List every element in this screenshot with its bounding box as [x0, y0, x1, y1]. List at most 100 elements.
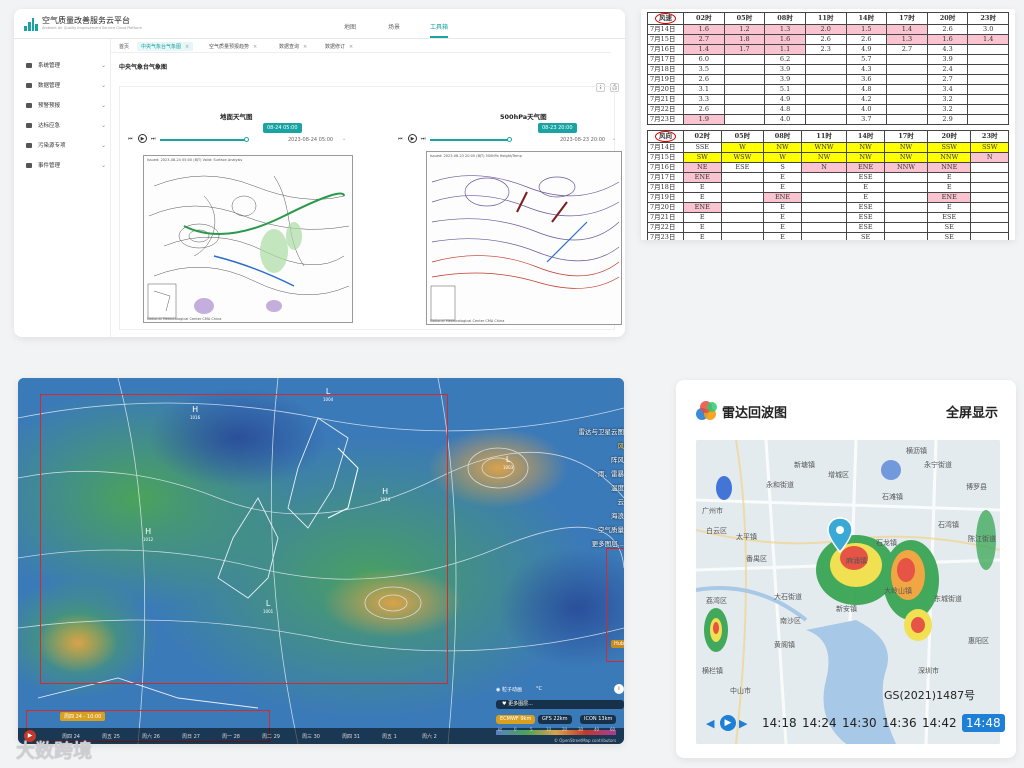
tab-cma-weather-map[interactable]: 中央气象台气象图 ×	[137, 42, 194, 51]
sidebar: 系统管理 ⌄ 数据管理 ⌄ 预警预报 ⌄ 达标应急 ⌄ 污染源专项 ⌄ 事件管理 ⌄	[14, 39, 111, 337]
timeline-day[interactable]: 周六 26	[142, 733, 160, 740]
play-icon[interactable]: ▶	[138, 134, 147, 143]
tab-data-revision[interactable]: 数据修订 ×	[321, 42, 357, 51]
sidebar-item-pollution[interactable]: 污染源专项 ⌄	[26, 141, 106, 149]
unit-toggle[interactable]: °C	[536, 686, 542, 692]
table-header-cell: 风速	[647, 12, 684, 25]
table-cell	[886, 114, 928, 125]
sidebar-item-data[interactable]: 数据管理 ⌄	[26, 81, 106, 89]
layer-picker[interactable]: ♥ 更多图层...	[496, 700, 624, 709]
sidebar-item-events[interactable]: 事件管理 ⌄	[26, 161, 106, 169]
play-icon[interactable]: ▶	[408, 134, 417, 143]
table-cell: E	[846, 192, 885, 203]
forecast-timeline[interactable]: ▶ 周四 24 - 10:00 周四 24 周五 25 周六 26 周日 27 周一 2…	[18, 712, 624, 744]
table-cell: 4.9	[845, 44, 888, 55]
500hpa-timestamp: 2023-08-23 20:00	[560, 137, 606, 143]
tab-data-query[interactable]: 数据查询 ×	[275, 42, 311, 51]
table-cell	[804, 114, 847, 125]
layer-radar-satellite[interactable]: 雷达与卫星云图	[528, 426, 625, 436]
info-icon[interactable]: i	[614, 684, 624, 694]
table-cell	[883, 222, 929, 233]
table-cell: 3.5	[683, 64, 725, 75]
table-cell	[804, 54, 847, 65]
layer-air-quality[interactable]: 空气质量	[528, 524, 624, 534]
fullscreen-button[interactable]: 全屏显示	[946, 402, 998, 421]
radar-time-1436[interactable]: 14:36	[882, 716, 917, 730]
map-label: 中山市	[730, 687, 751, 695]
close-icon[interactable]: ×	[253, 44, 257, 50]
layer-waves[interactable]: 海浪	[528, 510, 624, 520]
prev-icon[interactable]: ◀	[706, 717, 714, 730]
table-header-cell: 11时	[800, 130, 848, 143]
timeline-day[interactable]: 周五 25	[102, 733, 120, 740]
radar-time-1418[interactable]: 14:18	[762, 716, 797, 730]
map-label: 东城街道	[934, 595, 962, 603]
sidebar-item-forecast[interactable]: 预警预报 ⌄	[26, 101, 106, 109]
nav-toolbox[interactable]: 工具箱	[430, 22, 449, 38]
timeline-day[interactable]: 周二 29	[262, 733, 280, 740]
surface-progress-bar[interactable]	[160, 139, 247, 141]
layer-wind[interactable]: 风	[528, 440, 625, 450]
table-cell	[970, 222, 1009, 233]
table-header-cell: 14时	[846, 130, 885, 143]
wind-map[interactable]: H1016 L1004 H1012 L1003 L1001 H1014 3D ⚙…	[18, 378, 624, 744]
layer-temperature[interactable]: 温度	[528, 482, 624, 492]
table-cell	[723, 94, 766, 105]
map-copyright: GS(2021)1487号	[884, 689, 976, 702]
hub-badge[interactable]: Hub	[611, 640, 624, 648]
500hpa-map-graphic	[430, 175, 620, 321]
timeline-day[interactable]: 周三 30	[302, 733, 320, 740]
timeline-day[interactable]: 周四 31	[342, 733, 360, 740]
prev-icon[interactable]: ⏮	[128, 136, 133, 142]
chevron-down-icon[interactable]: ⌄	[612, 136, 616, 142]
sidebar-item-system[interactable]: 系统管理 ⌄	[26, 61, 106, 69]
sidebar-item-emergency[interactable]: 达标应急 ⌄	[26, 121, 106, 129]
radar-time-1424[interactable]: 14:24	[802, 716, 837, 730]
slider-handle[interactable]	[507, 137, 513, 142]
table-cell	[720, 172, 765, 183]
radar-time-1442[interactable]: 14:42	[922, 716, 957, 730]
layer-more[interactable]: 更多图层...	[528, 538, 624, 548]
timeline-day[interactable]: 周一 28	[222, 733, 240, 740]
layer-rain-thunder[interactable]: 雨、雷暴	[528, 468, 624, 478]
particle-animation-toggle[interactable]: ◉ 粒子动画	[496, 686, 522, 693]
table-row: 7月18日 E E E E	[647, 182, 1009, 193]
close-icon[interactable]: ×	[185, 44, 189, 50]
play-icon[interactable]: ▶	[720, 715, 736, 731]
next-icon[interactable]: ▶	[739, 717, 747, 730]
timeline-day[interactable]: 周六 2	[422, 733, 437, 740]
slider-handle[interactable]	[244, 137, 250, 142]
wind-direction-table: 风向 02时 05时 08时 11时 14时 17时 20时 23时 7月14日 SSE W NW WNW…	[647, 130, 1009, 240]
table-cell: 1.8	[723, 34, 766, 45]
model-icon[interactable]: ICON 13km	[580, 715, 617, 724]
model-gfs[interactable]: GFS 22km	[538, 715, 572, 724]
close-icon[interactable]: ×	[349, 44, 353, 50]
next-icon[interactable]: ⏭	[151, 136, 156, 142]
radar-time-1448[interactable]: 14:48	[962, 714, 1005, 732]
model-ecmwf[interactable]: ECMWF 9km	[496, 715, 536, 724]
layer-gust[interactable]: 阵风	[528, 454, 624, 464]
table-cell	[970, 182, 1009, 193]
radar-time-1430[interactable]: 14:30	[842, 716, 877, 730]
cloud-icon	[26, 102, 32, 108]
table-cell: SSW	[927, 142, 972, 153]
table-row: 7月17日 ENE E ESE E	[647, 172, 1009, 183]
500hpa-progress-bar[interactable]	[430, 139, 510, 141]
table-cell	[800, 232, 848, 240]
tab-aq-forecast[interactable]: 空气质量预报趋势 ×	[205, 42, 261, 51]
nav-scene[interactable]: 场景	[388, 22, 400, 31]
close-icon[interactable]: ×	[303, 44, 307, 50]
chevron-down-icon[interactable]: ⌄	[342, 136, 346, 142]
timeline-day[interactable]: 周五 1	[382, 733, 397, 740]
table-cell: SE	[846, 232, 885, 240]
table-cell: 2.3	[804, 44, 847, 55]
table-header-cell: 23时	[967, 12, 1009, 25]
layer-clouds[interactable]: 云	[528, 496, 625, 506]
timeline-day[interactable]: 周日 27	[182, 733, 200, 740]
next-icon[interactable]: ⏭	[421, 136, 426, 142]
watermark: 大数跨境	[16, 740, 93, 762]
prev-icon[interactable]: ⏮	[398, 136, 403, 142]
tab-home[interactable]: 首页	[115, 42, 133, 51]
nav-map[interactable]: 地图	[344, 22, 356, 31]
table-cell: N	[800, 162, 848, 173]
